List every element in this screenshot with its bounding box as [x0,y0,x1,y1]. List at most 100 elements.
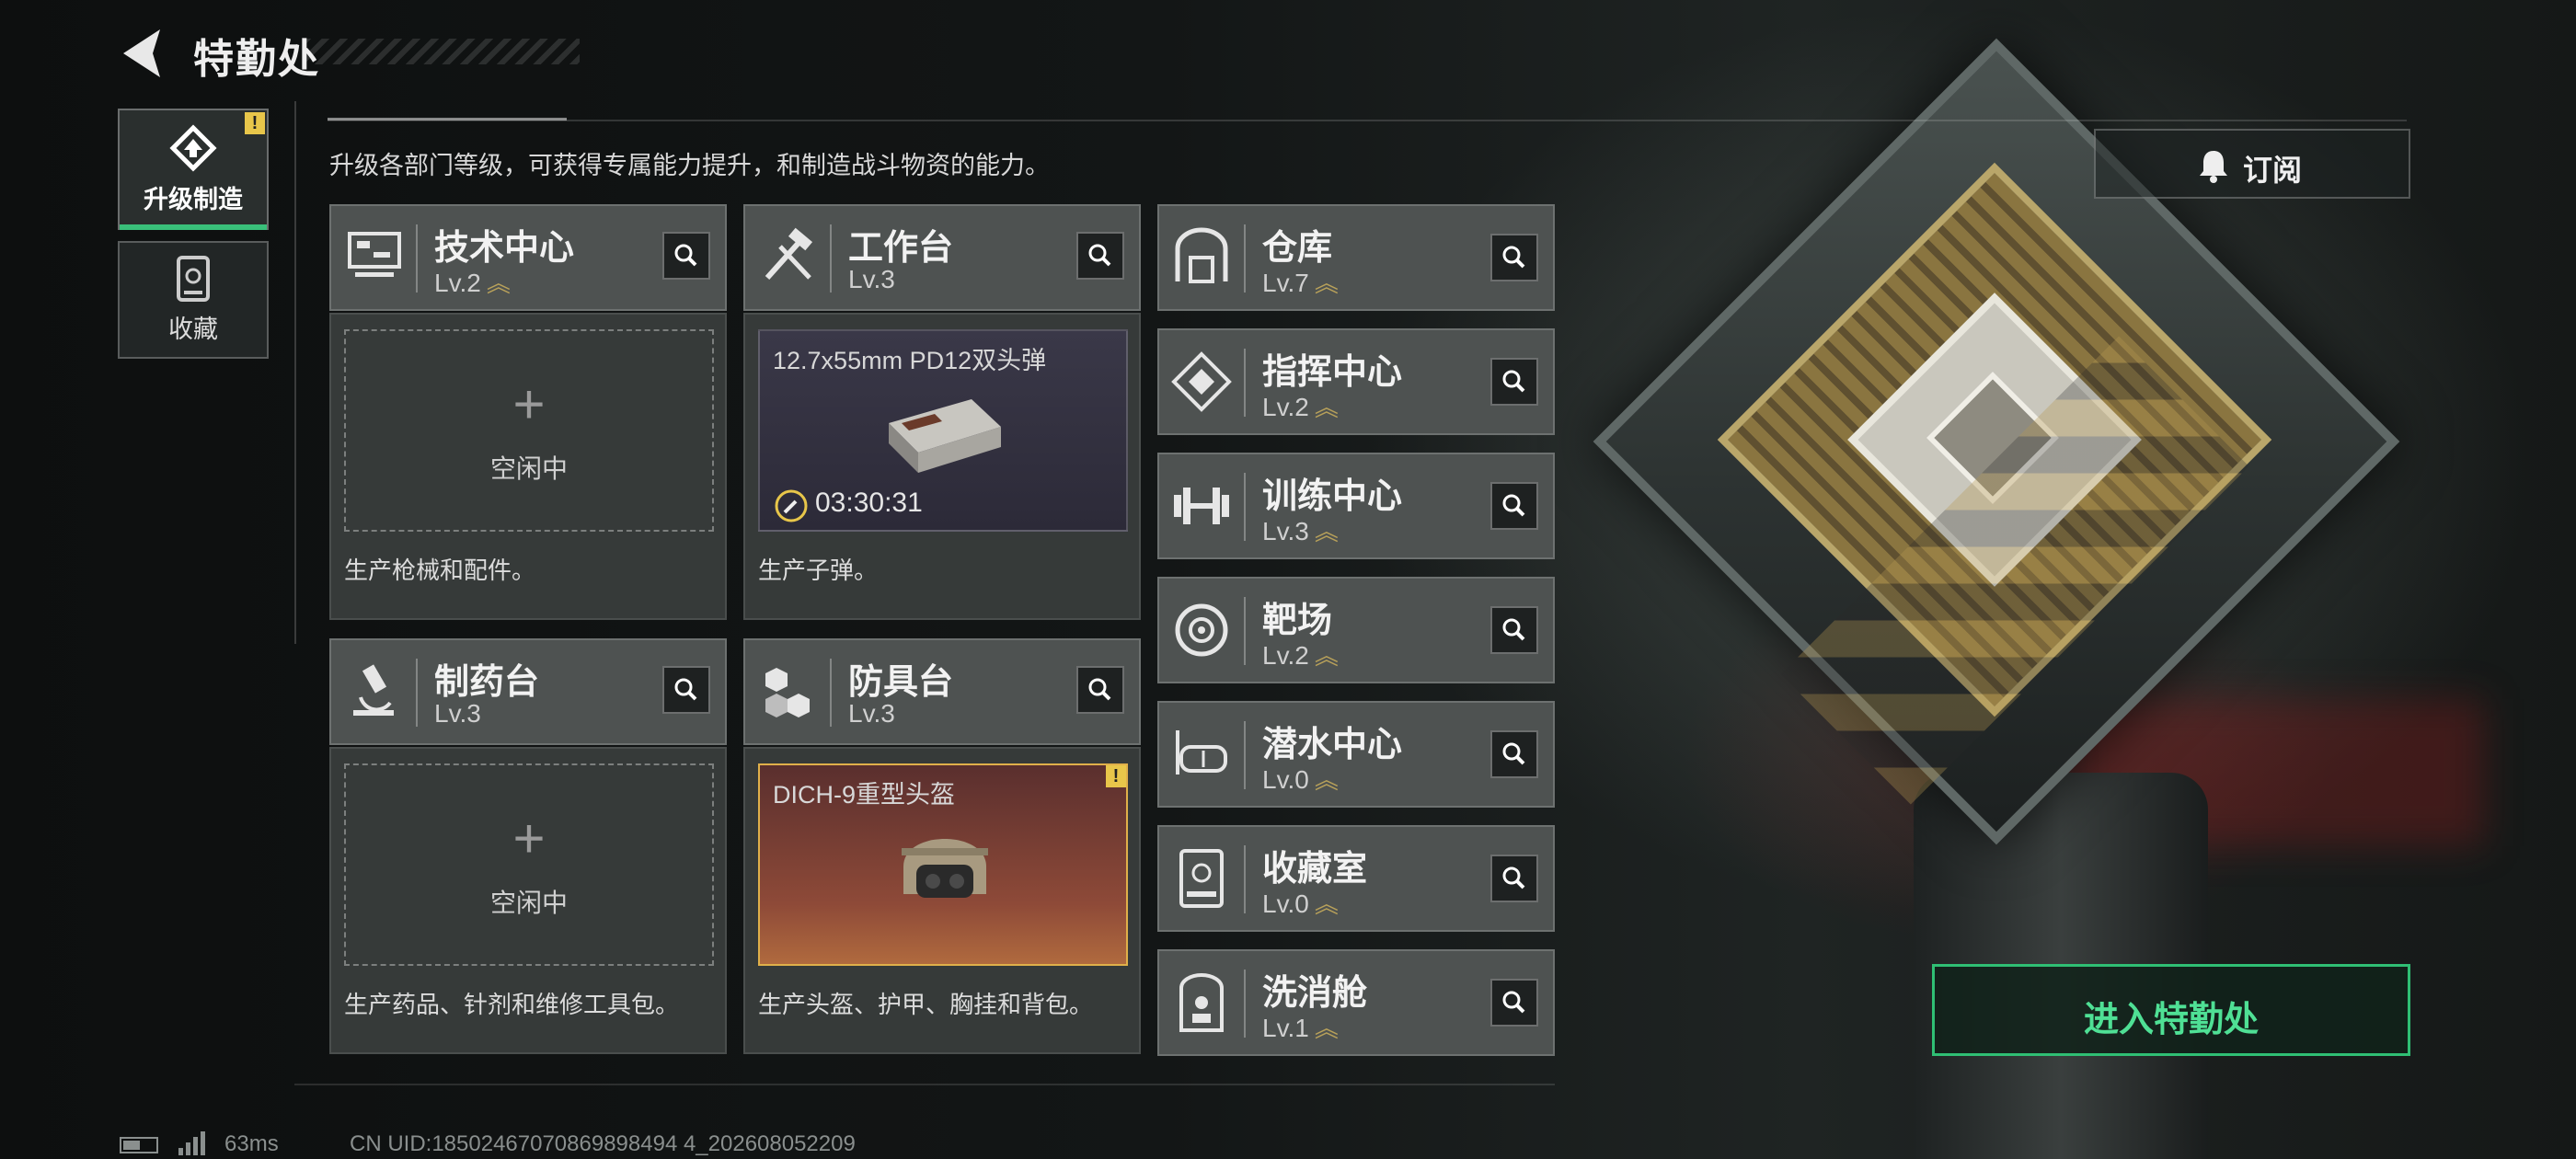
dept-name: 收藏室 [1262,850,1368,889]
microscope-icon [353,664,394,716]
dept-workbench-body: 12.7x55mm PD12双头弹 03:30:31 生产子弹。 [743,313,1141,620]
search-button[interactable] [1490,482,1538,530]
dept-name: 靶场 [1262,602,1333,640]
back-arrow-icon [123,29,160,77]
dept-description: 生产药品、针剂和维修工具包。 [344,991,680,1018]
subscribe-label: 订阅 [2243,154,2303,187]
search-icon [1088,678,1111,701]
tab-upgrade-craft-label: 升级制造 [144,185,243,213]
dept-level: Lv.3 [848,699,895,728]
dept-name: 洗消舱 [1262,974,1368,1013]
dept-collection-room[interactable]: 收藏室 Lv.0 ︽ [1157,825,1555,932]
upgrade-chevron-icon: ︽ [1314,270,1339,297]
active-tab-indicator [120,224,267,230]
search-button[interactable] [1490,979,1538,1027]
production-slot-empty[interactable]: + 空闲中 [344,763,714,966]
upgrade-chevron-icon: ︽ [1314,766,1339,794]
collection-icon [177,255,210,302]
dept-name: 潜水中心 [1262,726,1403,764]
bottom-divider [294,1084,1555,1085]
search-button[interactable] [662,666,710,714]
search-button[interactable] [1076,232,1124,280]
search-button[interactable] [1490,606,1538,654]
dept-workbench-header[interactable]: 工作台 Lv.3 [743,204,1141,311]
dept-level: Lv.2 ︽ [1262,641,1339,670]
search-icon [674,244,697,267]
dept-warehouse[interactable]: 仓库 Lv.7 ︽ [1157,204,1555,311]
user-uid: CN UID:18502467070869898494 4_2026080522… [350,1131,856,1156]
plus-icon: + [512,373,546,435]
dept-level: Lv.2 ︽ [1262,393,1339,421]
dept-description: 生产枪械和配件。 [344,557,536,584]
enter-button-label: 进入特勤处 [2083,1001,2259,1039]
armor-blocks-icon [765,668,810,717]
search-button[interactable] [1490,234,1538,281]
dept-armor-header[interactable]: 防具台 Lv.3 [743,638,1141,745]
search-button[interactable] [1490,358,1538,406]
tab-collection-label: 收藏 [168,315,218,343]
slot-status: 空闲中 [489,889,568,917]
dept-decon-chamber[interactable]: 洗消舱 Lv.1 ︽ [1157,949,1555,1056]
search-icon [674,678,697,701]
search-icon [1502,246,1525,269]
warehouse-icon [1175,227,1228,283]
enter-special-ops-button[interactable]: 进入特勤处 [1932,964,2410,1056]
search-icon [1502,494,1525,517]
header-divider-mark [328,118,567,120]
upgrade-chevron-icon: ︽ [1314,890,1339,918]
tab-alert-badge: ! [245,112,265,134]
dept-name: 制药台 [434,663,540,702]
dept-armor-body: DICH-9重型头盔 ! 生产头盔、护甲、胸挂和背包。 [743,747,1141,1054]
timer-wrench-icon [775,489,808,522]
search-button[interactable] [1490,730,1538,778]
plus-icon: + [512,808,546,869]
dept-tech-center-body: + 空闲中 生产枪械和配件。 [329,313,727,620]
computer-icon [348,232,401,277]
header-divider [328,120,2407,121]
dept-pharmacy-header[interactable]: 制药台 Lv.3 [329,638,727,745]
search-button[interactable] [1490,855,1538,902]
subscribe-button[interactable]: 订阅 [2094,129,2410,199]
dept-diving-center[interactable]: 潜水中心 Lv.0 ︽ [1157,701,1555,808]
production-slot-active[interactable]: 12.7x55mm PD12双头弹 03:30:31 [758,329,1128,532]
dept-level: Lv.0 ︽ [1262,765,1339,794]
dept-level: Lv.7 ︽ [1262,269,1339,297]
battery-icon [120,1137,158,1153]
nav-rail-divider [294,101,296,644]
helmet-image [902,839,988,898]
dept-name: 技术中心 [434,229,575,268]
dept-level: Lv.0 ︽ [1262,889,1339,918]
tab-upgrade-craft[interactable]: 升级制造 ! [118,109,269,230]
decon-icon [1179,973,1224,1032]
search-button[interactable] [1076,666,1124,714]
search-icon [1502,618,1525,641]
signal-icon [178,1131,205,1155]
tab-collection[interactable]: 收藏 [118,241,269,359]
page-title: 特勤处 [193,37,320,82]
production-slot-complete[interactable]: DICH-9重型头盔 ! [758,763,1128,966]
ammo-box-image [889,399,1001,473]
upgrade-chevron-icon: ︽ [1314,1015,1339,1042]
back-button[interactable] [118,26,169,81]
display-case-icon [1179,849,1224,908]
dept-level: Lv.3 ︽ [1262,517,1339,545]
dept-shooting-range[interactable]: 靶场 Lv.2 ︽ [1157,577,1555,683]
upgrade-chevron-icon: ︽ [1314,394,1339,421]
dept-name: 训练中心 [1262,477,1403,516]
dept-training-center[interactable]: 训练中心 Lv.3 ︽ [1157,453,1555,559]
dept-description: 生产子弹。 [758,557,879,584]
search-icon [1502,991,1525,1014]
dept-command-center[interactable]: 指挥中心 Lv.2 ︽ [1157,328,1555,435]
dept-pharmacy-body: + 空闲中 生产药品、针剂和维修工具包。 [329,747,727,1054]
title-decoration [304,39,580,64]
dept-level: Lv.1 ︽ [1262,1014,1339,1042]
production-slot-empty[interactable]: + 空闲中 [344,329,714,532]
item-ready-badge: ! [1106,765,1126,787]
slot-status: 空闲中 [489,454,568,483]
search-button[interactable] [662,232,710,280]
dept-name: 指挥中心 [1262,353,1403,392]
upgrade-chevron-icon: ︽ [1314,642,1339,670]
ping-readout: 63ms [224,1131,279,1156]
dept-tech-center-header[interactable]: 技术中心 Lv.2 ︽ [329,204,727,311]
tools-icon [765,227,813,281]
